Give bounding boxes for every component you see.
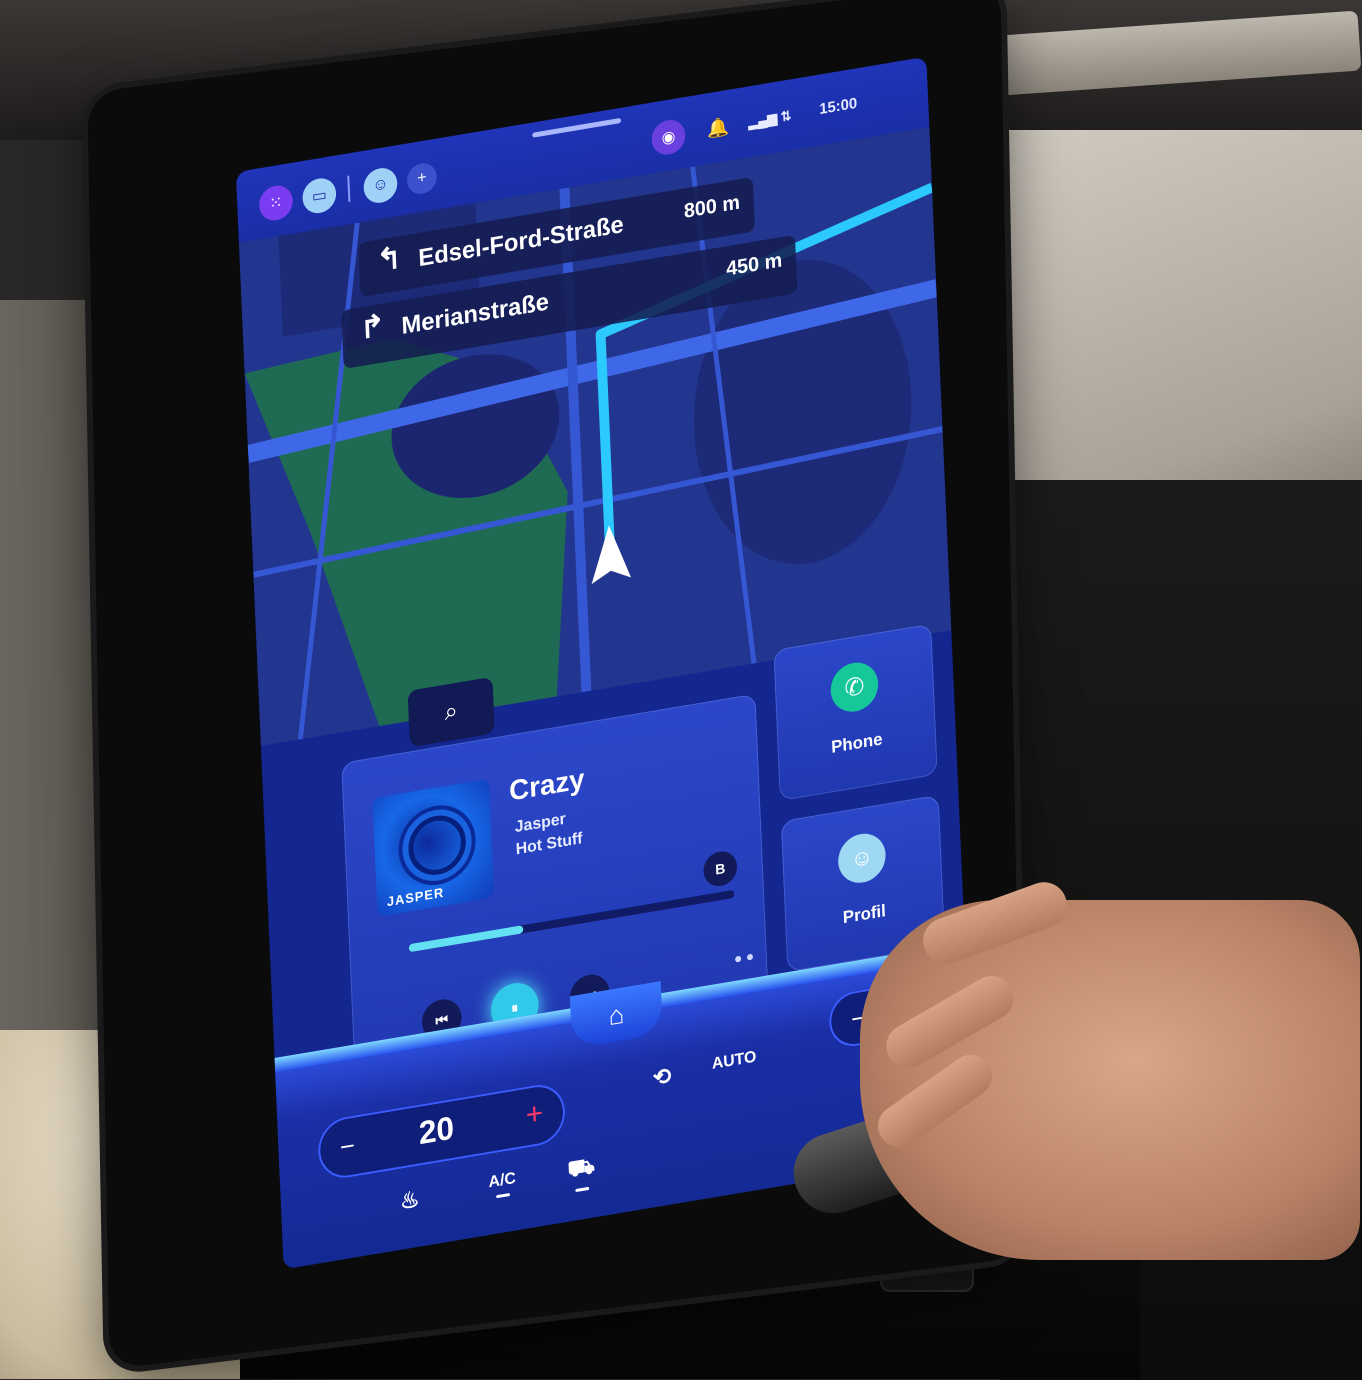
phone-tile[interactable]: ✆ Phone: [773, 623, 938, 802]
auto-label: AUTO: [711, 1048, 757, 1073]
temp-decrease-button[interactable]: −: [339, 1130, 355, 1164]
turn-left-icon: ↰: [376, 240, 403, 279]
current-street-label: Merianstraße: [400, 288, 550, 341]
bluetooth-source-icon[interactable]: B: [702, 848, 738, 889]
apps-icon[interactable]: ⁙: [258, 183, 294, 223]
profile-avatar-icon: ☺: [837, 830, 887, 887]
vehicle-position-icon: [591, 525, 632, 585]
home-icon: ⌂: [607, 998, 625, 1031]
phone-icon: ✆: [829, 659, 880, 716]
ac-button[interactable]: A/C: [488, 1170, 516, 1200]
progress-fill: [408, 925, 523, 953]
defrost-icon[interactable]: ⛟: [567, 1152, 596, 1193]
auto-button[interactable]: AUTO: [712, 1048, 757, 1074]
current-distance-label: 450 m: [725, 249, 783, 281]
phone-label: Phone: [830, 729, 883, 757]
divider: [347, 175, 351, 203]
album-art: JASPER: [372, 778, 495, 918]
temp-increase-button[interactable]: +: [525, 1096, 544, 1133]
album-art-spiral: [407, 811, 467, 880]
side-road: [559, 187, 592, 693]
next-distance-label: 800 m: [683, 191, 741, 223]
temperature-control[interactable]: − 20 +: [317, 1080, 567, 1183]
signal-icon: ▂▄▆ ⇅: [747, 107, 792, 130]
profile-icon[interactable]: ☺: [362, 165, 399, 206]
clock: 15:00: [818, 94, 858, 119]
ac-label: A/C: [488, 1169, 517, 1192]
turn-right-icon: ↱: [359, 308, 386, 346]
search-icon: ⌕: [443, 696, 459, 727]
drag-handle[interactable]: [532, 117, 622, 138]
add-icon[interactable]: +: [406, 161, 438, 197]
media-icon[interactable]: ◉: [650, 117, 686, 158]
bell-icon[interactable]: 🔔: [706, 116, 729, 141]
camera-icon[interactable]: ▭: [301, 175, 337, 216]
temperature-value: 20: [418, 1109, 455, 1152]
album-art-text: JASPER: [386, 884, 445, 910]
seat-heat-icon[interactable]: ♨: [399, 1186, 420, 1215]
recirculation-icon[interactable]: ⟲: [652, 1063, 671, 1092]
song-title: Crazy: [508, 762, 586, 807]
